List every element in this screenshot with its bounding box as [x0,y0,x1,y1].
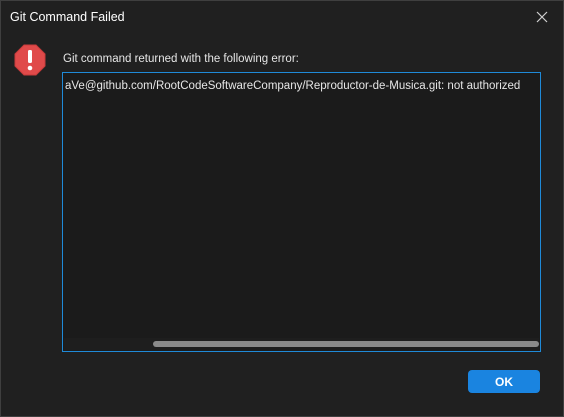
error-icon [14,44,46,76]
close-icon [536,11,548,23]
ok-button[interactable]: OK [468,370,540,393]
error-output-textbox[interactable]: aVe@github.com/RootCodeSoftwareCompany/R… [62,72,541,352]
horizontal-scrollbar[interactable] [64,338,539,350]
window-title: Git Command Failed [10,10,125,24]
error-message: Git command returned with the following … [63,53,299,65]
error-output-text[interactable]: aVe@github.com/RootCodeSoftwareCompany/R… [65,80,520,92]
titlebar: Git Command Failed [1,1,563,35]
horizontal-scrollbar-thumb[interactable] [153,341,539,347]
git-command-failed-dialog: Git Command Failed Git command returned … [0,0,564,417]
close-button[interactable] [521,1,563,33]
